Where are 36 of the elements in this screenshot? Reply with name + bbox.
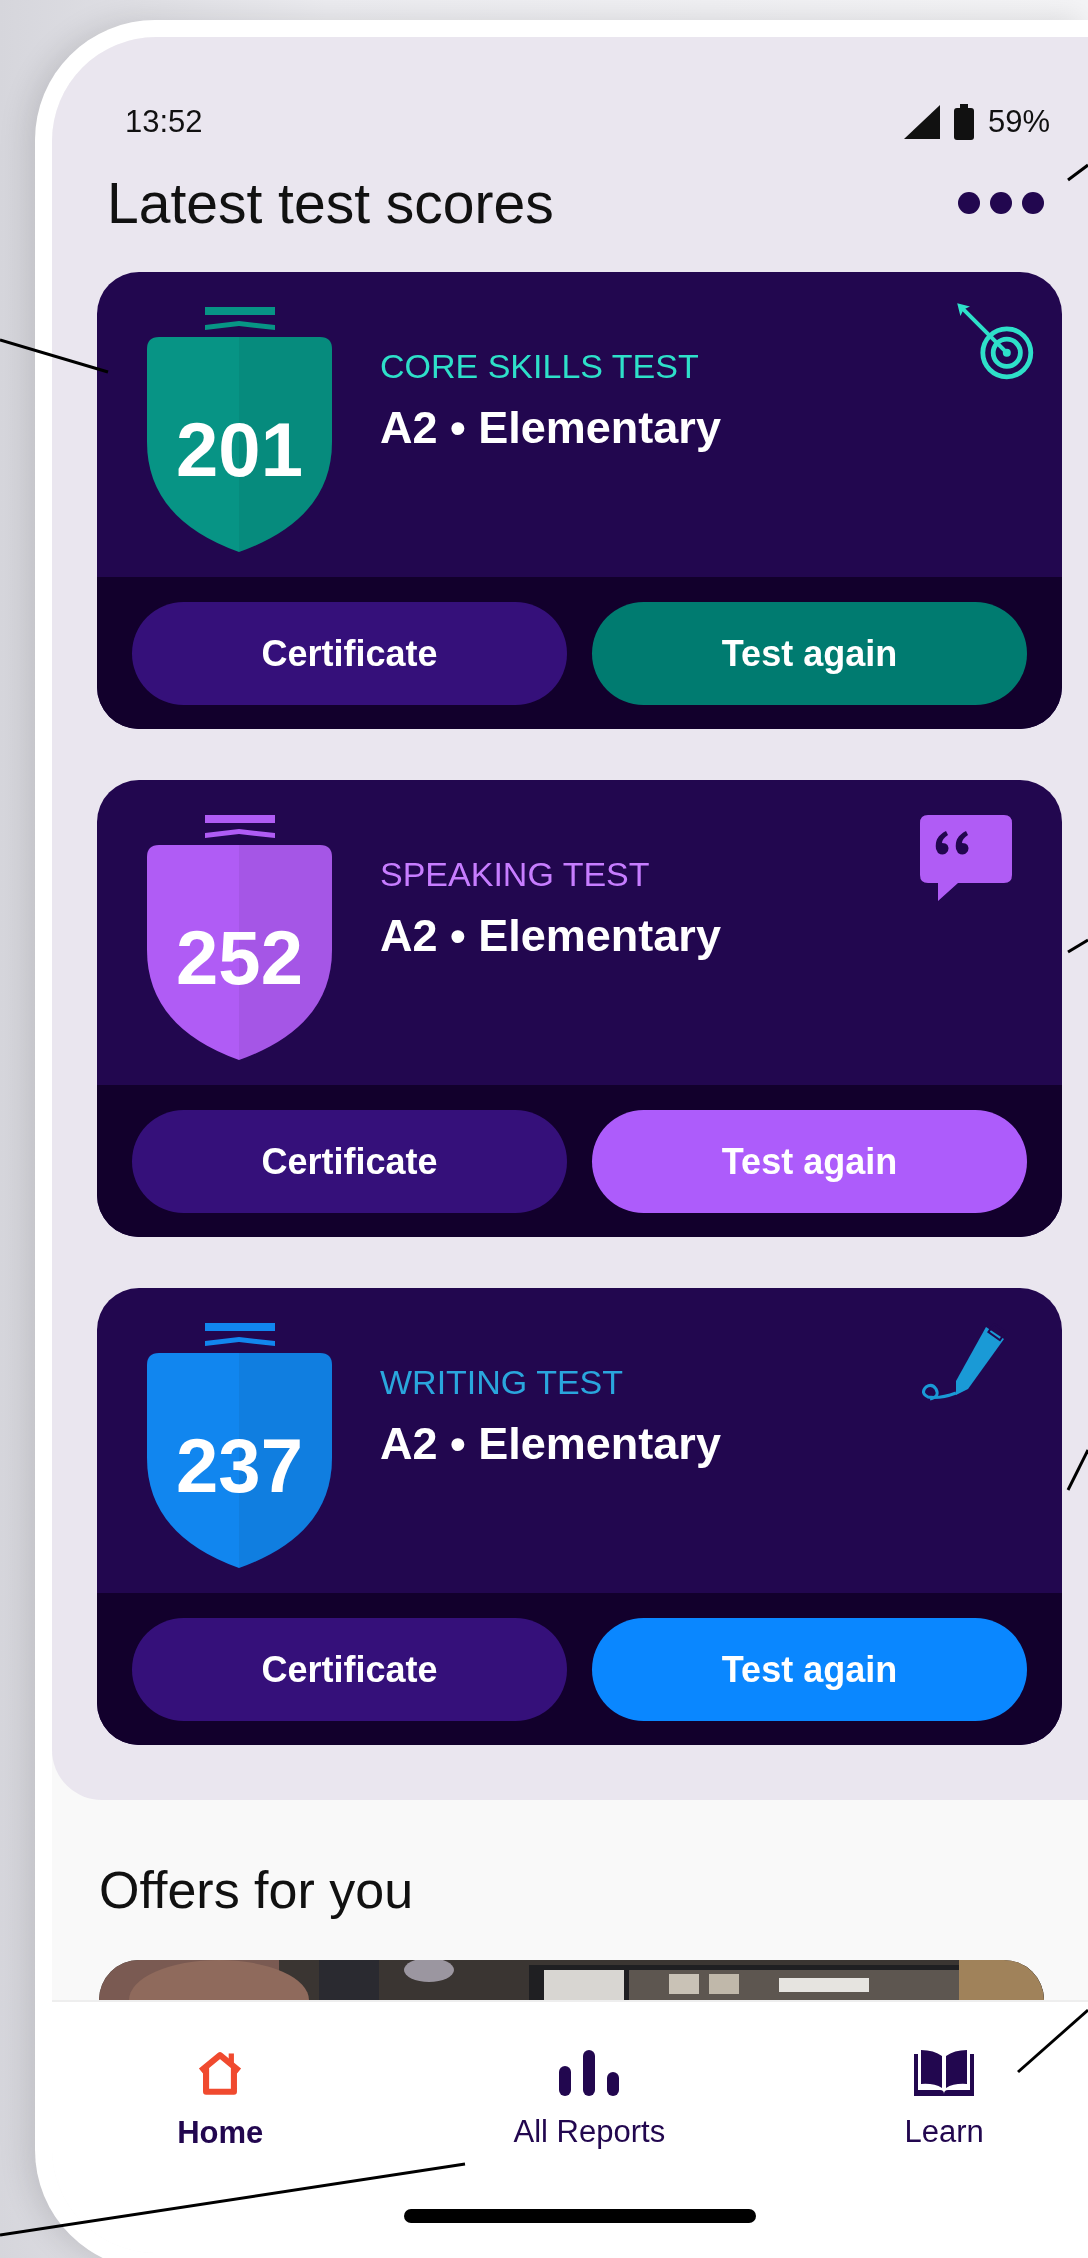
score-number: 201 — [175, 412, 304, 488]
shield-icon — [147, 1323, 332, 1568]
more-icon[interactable] — [957, 191, 1045, 215]
leader-line — [1017, 2008, 1088, 2074]
battery-percent: 59% — [987, 104, 1050, 140]
page-title: Latest test scores — [107, 170, 554, 236]
target-icon — [954, 300, 1034, 380]
leader-line — [1067, 938, 1088, 954]
certificate-button[interactable]: Certificate — [132, 1618, 567, 1721]
signal-icon — [903, 105, 940, 139]
section-title: Offers for you — [99, 1860, 415, 1920]
leader-line — [1067, 163, 1088, 182]
speech-bubble-icon — [920, 815, 1012, 903]
level-text: A2 • Elementary — [380, 910, 721, 962]
test-name: WRITING TEST — [380, 1363, 625, 1402]
level-text: A2 • Elementary — [380, 402, 721, 454]
test-name: CORE SKILLS TEST — [380, 347, 700, 386]
test-again-button[interactable]: Test again — [592, 1618, 1027, 1721]
test-name: SPEAKING TEST — [380, 855, 651, 894]
battery-icon — [953, 104, 974, 140]
status-time: 13:52 — [125, 104, 203, 140]
nav-tab[interactable]: Learn — [800, 2002, 1088, 2152]
nav-tab[interactable]: Home — [62, 2002, 379, 2152]
test-again-button[interactable]: Test again — [592, 1110, 1027, 1213]
certificate-button[interactable]: Certificate — [132, 602, 567, 705]
shield-icon — [147, 307, 332, 552]
test-again-button[interactable]: Test again — [592, 602, 1027, 705]
score-number: 237 — [175, 1428, 304, 1504]
nav-tab[interactable]: All Reports — [378, 2002, 801, 2152]
level-text: A2 • Elementary — [380, 1418, 721, 1470]
book-icon — [914, 2050, 975, 2096]
score-number: 252 — [175, 920, 304, 996]
leader-line — [1066, 1449, 1088, 1491]
shield-icon — [147, 815, 332, 1060]
bar-chart-icon — [557, 2050, 622, 2096]
certificate-button[interactable]: Certificate — [132, 1110, 567, 1213]
